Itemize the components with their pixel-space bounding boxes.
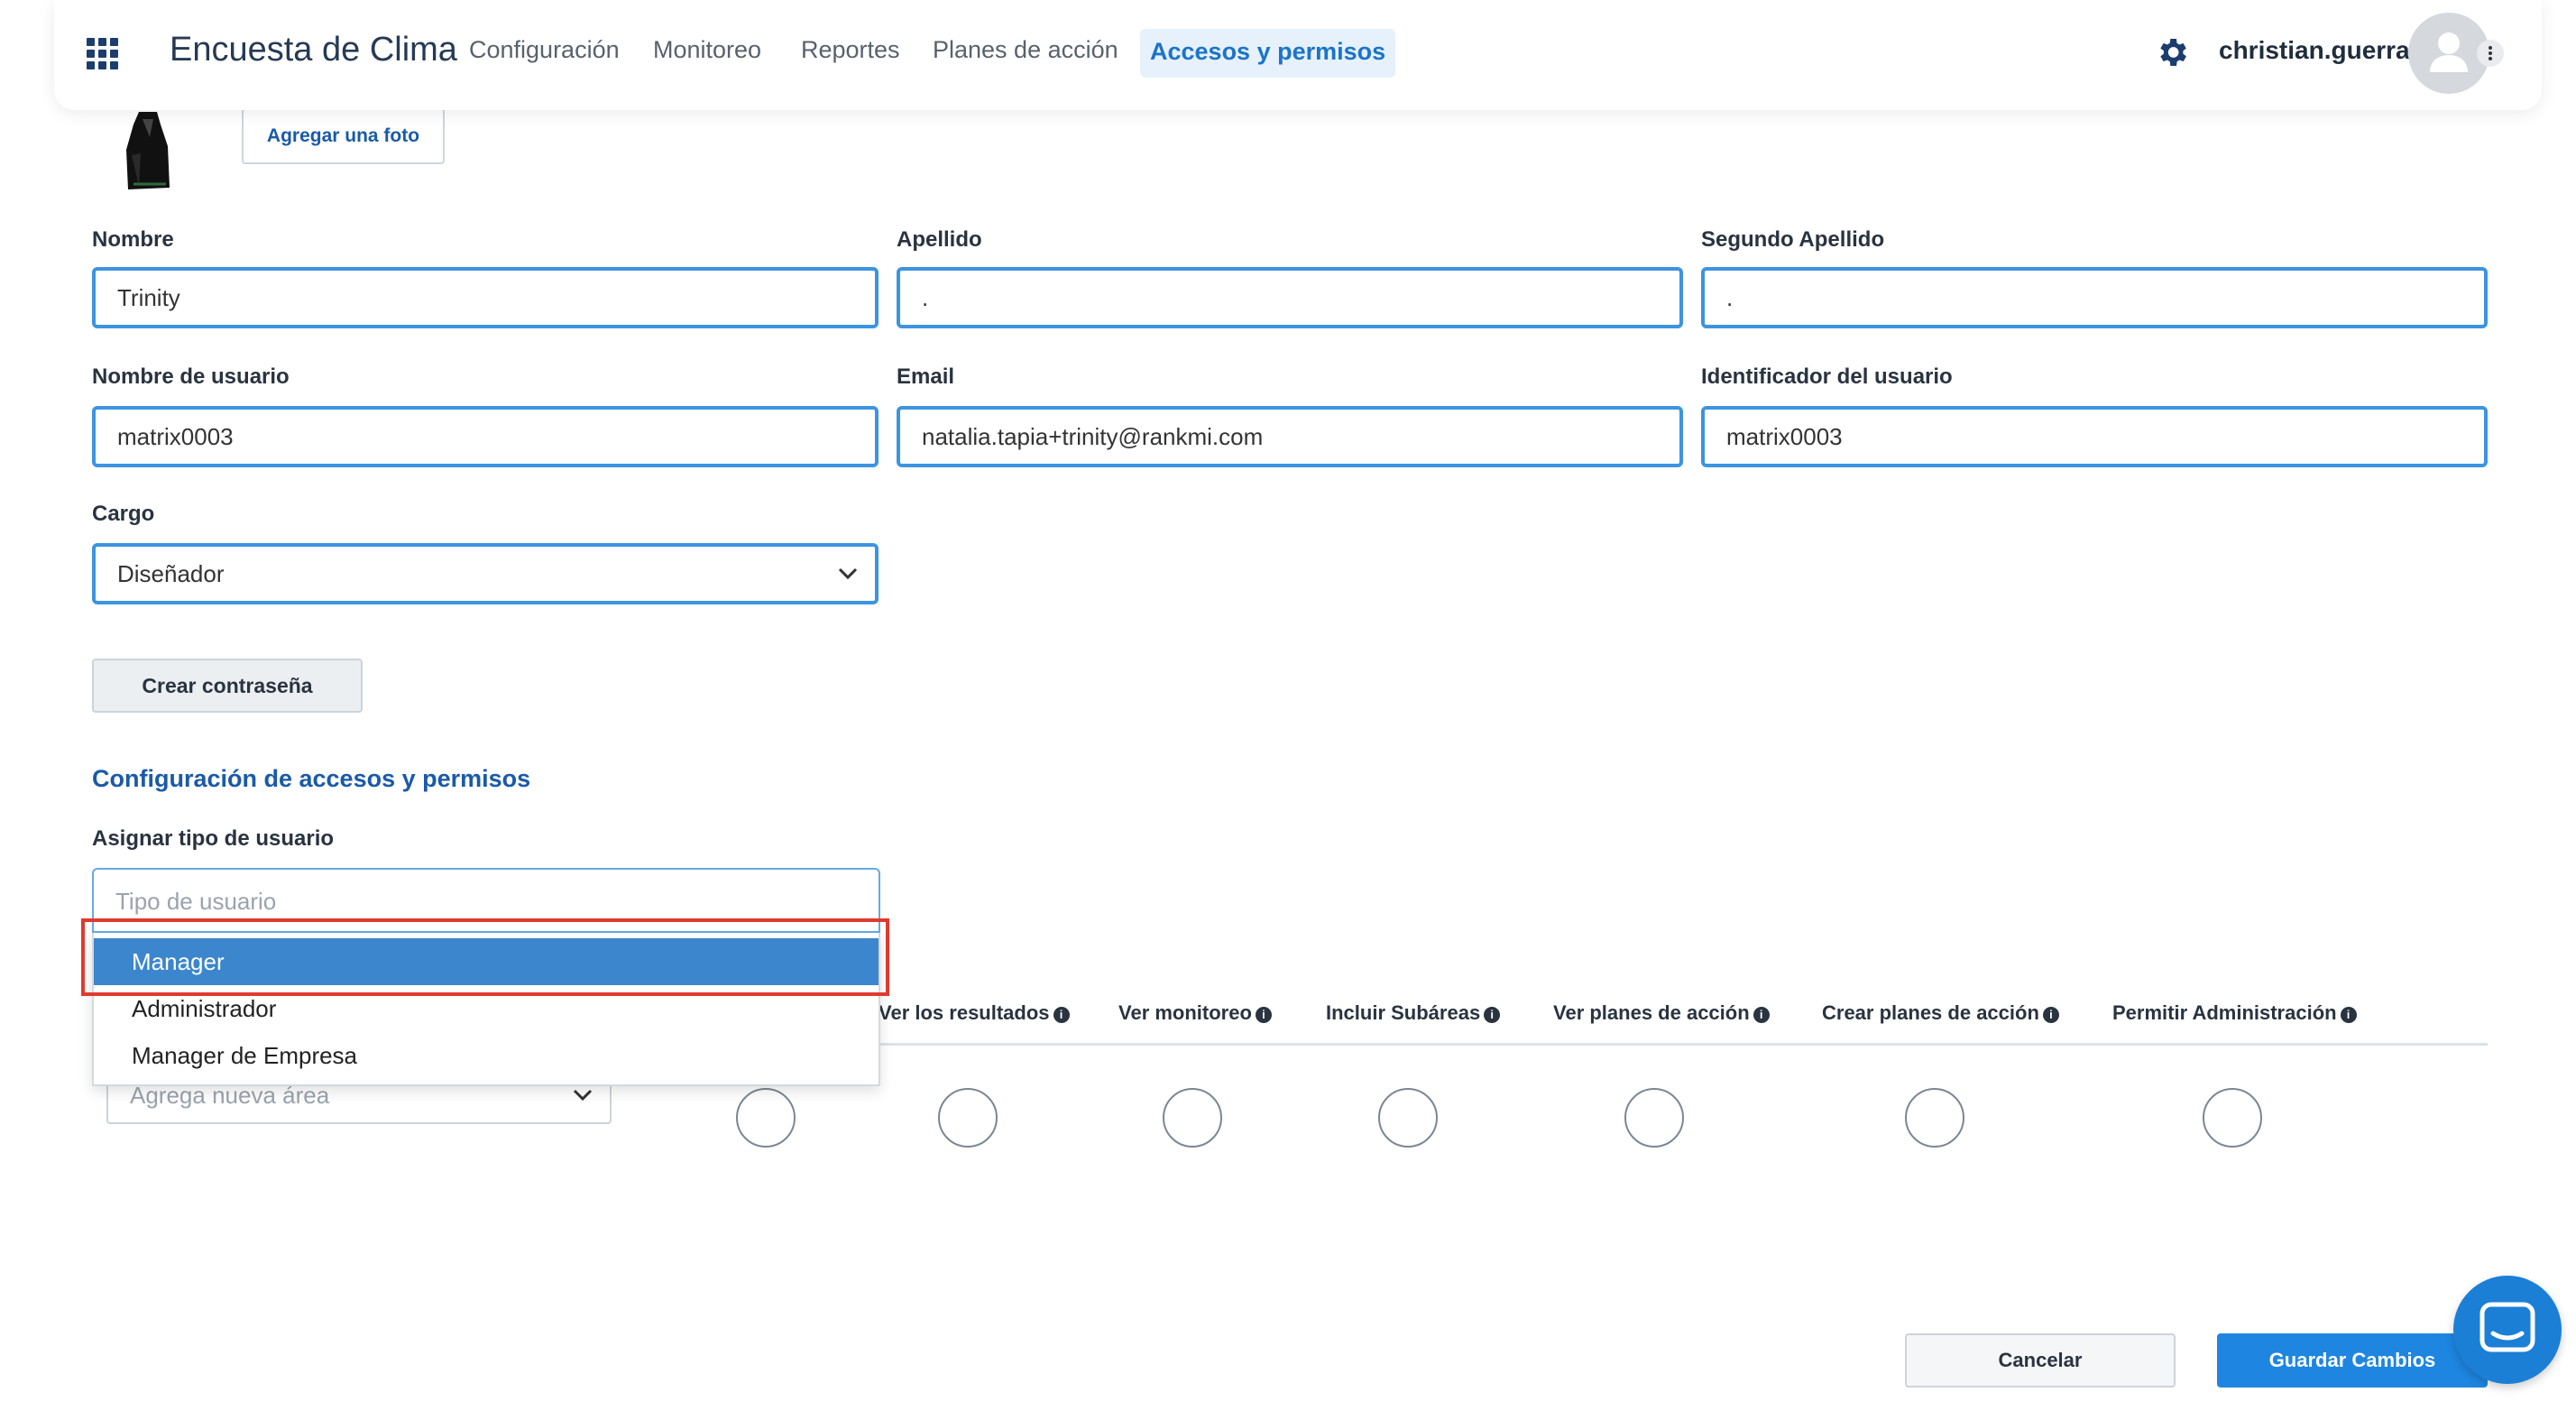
- add-photo-button[interactable]: Agregar una foto: [242, 108, 445, 164]
- apellido-field[interactable]: .: [897, 267, 1683, 328]
- info-icon[interactable]: i: [2340, 1007, 2357, 1023]
- radio-ver-resultados[interactable]: [938, 1088, 998, 1148]
- apps-grid-icon[interactable]: [87, 38, 119, 70]
- col-ver-monitoreo: Ver monitoreo i: [1118, 1001, 1272, 1025]
- segundo-apellido-label: Segundo Apellido: [1701, 227, 1885, 252]
- nav-accesos-y-permisos[interactable]: Accesos y permisos: [1140, 29, 1396, 78]
- chevron-down-icon: [573, 1089, 593, 1102]
- option-manager-de-empresa[interactable]: Manager de Empresa: [94, 1032, 879, 1079]
- nav-planes-de-accion[interactable]: Planes de acción: [933, 36, 1118, 64]
- profile-photo: [126, 112, 170, 189]
- chevron-down-icon: [838, 567, 858, 580]
- user-name[interactable]: christian.guerra: [2219, 36, 2410, 65]
- radio-toggle[interactable]: [736, 1088, 796, 1148]
- identificador-label: Identificador del usuario: [1701, 364, 1953, 389]
- usuario-field[interactable]: matrix0003: [92, 406, 879, 467]
- highlight-box: [81, 918, 889, 996]
- cargo-value: Diseñador: [117, 560, 225, 587]
- save-button[interactable]: Guardar Cambios: [2217, 1333, 2488, 1388]
- email-label: Email: [897, 364, 955, 389]
- usuario-label: Nombre de usuario: [92, 364, 290, 389]
- apellido-label: Apellido: [897, 227, 982, 252]
- info-icon[interactable]: i: [1753, 1007, 1770, 1023]
- col-ver-planes: Ver planes de acción i: [1553, 1001, 1770, 1025]
- info-icon[interactable]: i: [1053, 1007, 1070, 1023]
- cancel-button[interactable]: Cancelar: [1905, 1333, 2176, 1388]
- nav-reportes[interactable]: Reportes: [801, 36, 900, 64]
- radio-ver-monitoreo[interactable]: [1163, 1088, 1222, 1148]
- col-permitir-administracion: Permitir Administración i: [2112, 1001, 2357, 1025]
- nav-monitoreo[interactable]: Monitoreo: [653, 36, 761, 64]
- page: Encuesta de Clima Configuración Monitore…: [0, 0, 2576, 1420]
- nombre-label: Nombre: [92, 227, 174, 252]
- gear-icon[interactable]: [2154, 34, 2190, 70]
- chat-support-button[interactable]: [2453, 1276, 2562, 1384]
- app-title: Encuesta de Clima: [170, 31, 457, 69]
- top-navbar: Encuesta de Clima Configuración Monitore…: [54, 0, 2542, 110]
- radio-crear-planes[interactable]: [1905, 1088, 1964, 1148]
- radio-incluir-subareas[interactable]: [1378, 1088, 1438, 1148]
- col-ver-resultados: Ver los resultados i: [879, 1001, 1070, 1025]
- user-type-label: Asignar tipo de usuario: [92, 826, 335, 851]
- col-crear-planes: Crear planes de acción i: [1822, 1001, 2059, 1025]
- cargo-label: Cargo: [92, 502, 155, 526]
- info-icon[interactable]: i: [1255, 1007, 1272, 1023]
- access-section-title: Configuración de accesos y permisos: [92, 765, 531, 792]
- nav-configuracion[interactable]: Configuración: [469, 36, 620, 64]
- radio-permitir-administracion[interactable]: [2203, 1088, 2262, 1148]
- email-field[interactable]: natalia.tapia+trinity@rankmi.com: [897, 406, 1683, 467]
- info-icon[interactable]: i: [1484, 1007, 1501, 1023]
- segundo-apellido-field[interactable]: .: [1701, 267, 2488, 328]
- radio-ver-planes[interactable]: [1624, 1088, 1684, 1148]
- nombre-field[interactable]: Trinity: [92, 267, 879, 328]
- kebab-menu-icon[interactable]: [2477, 40, 2504, 67]
- col-incluir-subareas: Incluir Subáreas i: [1326, 1001, 1501, 1025]
- identificador-field[interactable]: matrix0003: [1701, 406, 2488, 467]
- create-password-button[interactable]: Crear contraseña: [92, 659, 363, 713]
- cargo-select[interactable]: Diseñador: [92, 543, 879, 604]
- chat-icon: [2479, 1302, 2535, 1352]
- info-icon[interactable]: i: [2042, 1007, 2059, 1023]
